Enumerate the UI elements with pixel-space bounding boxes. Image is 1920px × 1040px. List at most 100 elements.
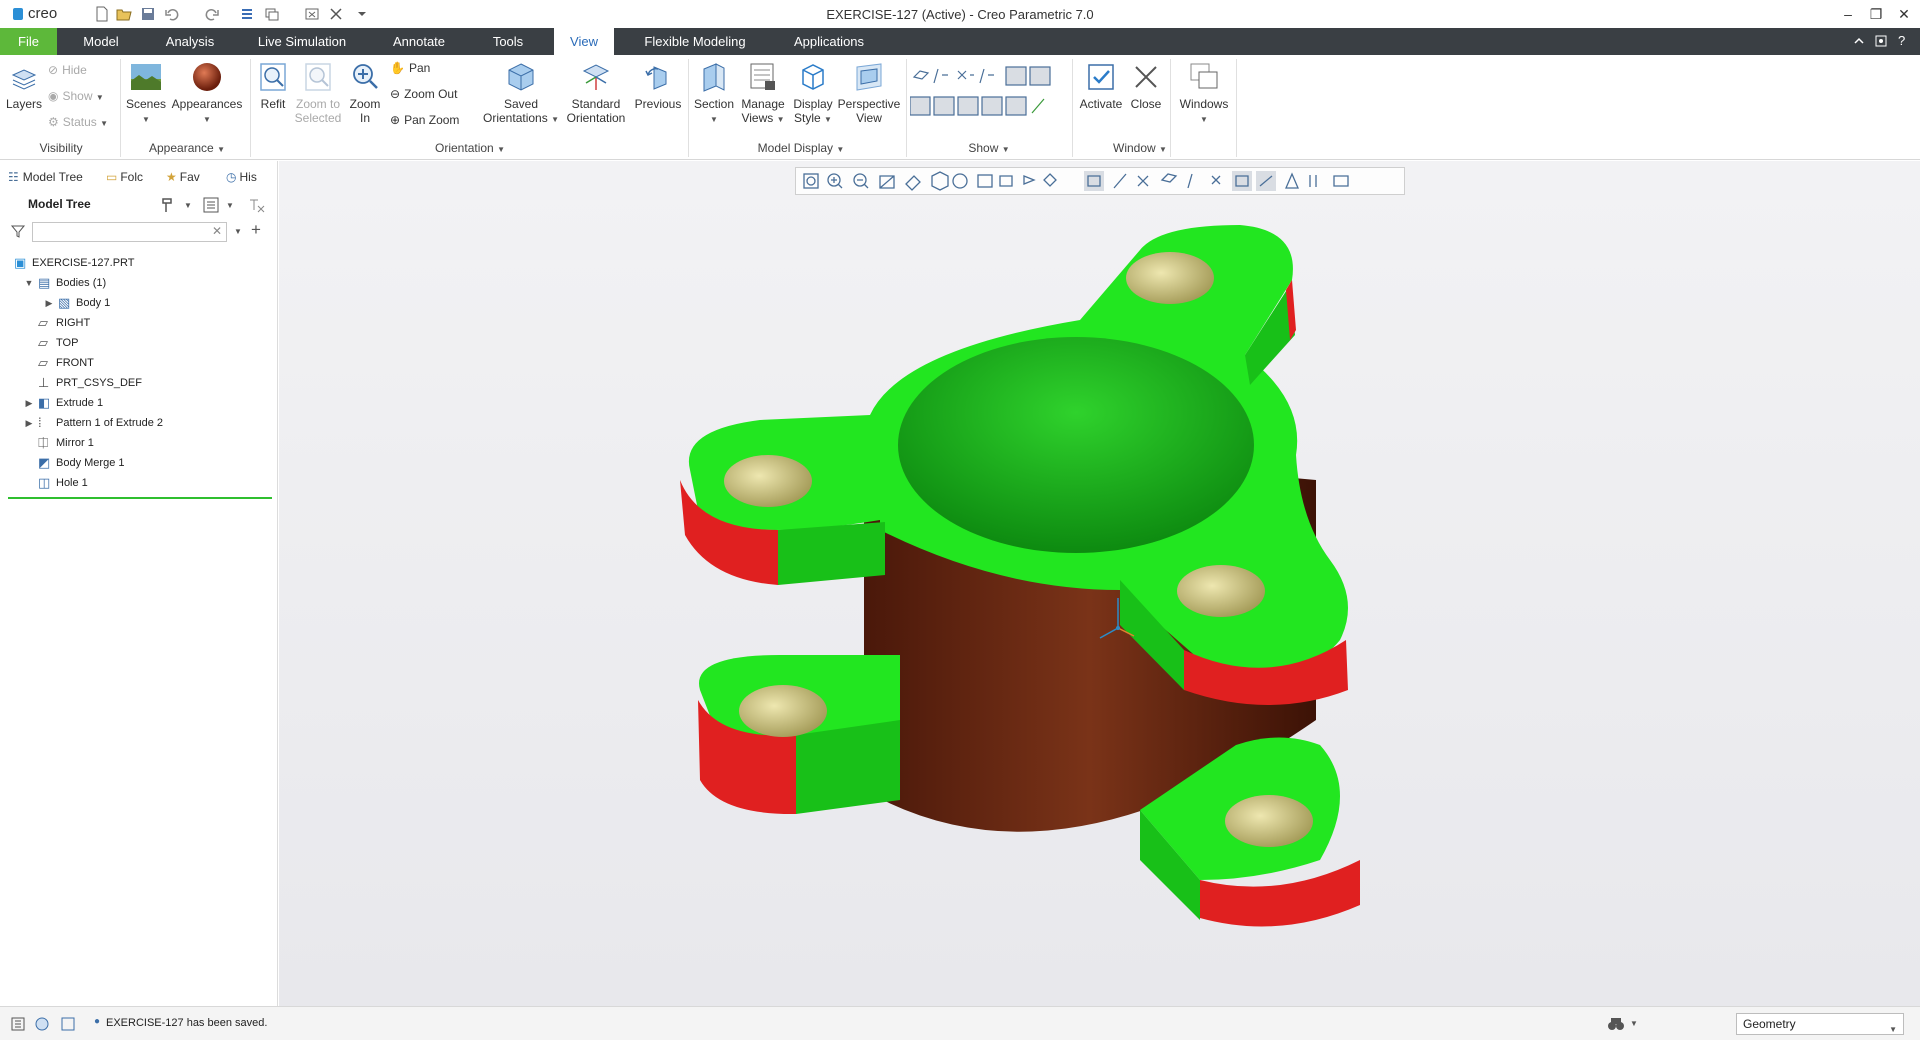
tab-file[interactable]: File <box>0 28 57 55</box>
tab-flexible-modeling[interactable]: Flexible Modeling <box>632 28 758 55</box>
tab-history[interactable]: ◷ His <box>226 165 272 189</box>
tree-item[interactable]: ◩ Body Merge 1 <box>0 453 270 473</box>
graphics-toolbar <box>795 167 1405 195</box>
tab-view[interactable]: View <box>554 28 614 55</box>
refit-button[interactable]: Refit <box>254 61 292 111</box>
saved-orientations-button[interactable]: Saved Orientations ▼ <box>480 61 562 127</box>
tab-applications[interactable]: Applications <box>776 28 882 55</box>
layers-label: Layers <box>5 97 43 111</box>
navigator-toggle-icon[interactable] <box>10 1016 26 1032</box>
group-model-display-label[interactable]: Model Display ▼ <box>740 141 862 155</box>
bore-face[interactable] <box>898 337 1254 553</box>
search-chevron-down-icon[interactable]: ▼ <box>234 227 242 236</box>
tab-folder-browser[interactable]: ▭ Folc <box>106 165 154 189</box>
find-chevron-down-icon[interactable]: ▼ <box>1630 1019 1638 1028</box>
group-appearance-label[interactable]: Appearance ▼ <box>140 141 234 155</box>
tab-model[interactable]: Model <box>70 28 132 55</box>
tree-item[interactable]: ▶ ▧ Body 1 <box>0 293 270 313</box>
standard-orientation-button[interactable]: Standard Orientation <box>562 61 630 125</box>
tab-favorites[interactable]: ★ Fav <box>166 165 212 189</box>
tab-model-tree[interactable]: ☷ Model Tree <box>8 165 104 189</box>
tab-annotate[interactable]: Annotate <box>376 28 462 55</box>
windows-chevron-down-icon: ▼ <box>1200 115 1208 124</box>
body-icon: ▧ <box>58 295 71 310</box>
tree-search-input[interactable]: ✕ <box>32 222 227 242</box>
tree-item[interactable]: ▱ FRONT <box>0 353 270 373</box>
display-style-button[interactable]: Display Style ▼ <box>790 61 836 127</box>
tree-item[interactable]: ◫ Hole 1 <box>0 473 270 493</box>
hole-face[interactable] <box>724 455 812 507</box>
browser-toggle-icon[interactable] <box>34 1016 50 1032</box>
collapse-triangle-icon[interactable]: ▼ <box>24 273 34 293</box>
pan-zoom-button[interactable]: ⊕ Pan Zoom <box>390 111 459 129</box>
windows-label: Windows <box>1179 97 1229 111</box>
tree-item[interactable]: ▱ RIGHT <box>0 313 270 333</box>
clear-search-x-icon[interactable]: ✕ <box>212 224 222 238</box>
tree-settings-hammer-icon[interactable] <box>160 196 178 214</box>
hole-face[interactable] <box>1177 565 1265 617</box>
show-columns-icon[interactable] <box>202 196 220 214</box>
refit-label: Refit <box>260 97 286 111</box>
full-screen-icon[interactable] <box>60 1016 76 1032</box>
windows-button[interactable]: Windows ▼ <box>1176 61 1232 127</box>
zoom-out-button[interactable]: ⊖ Zoom Out <box>390 85 457 103</box>
graphics-window[interactable] <box>279 161 1920 1006</box>
layers-button[interactable]: Layers <box>4 63 44 111</box>
previous-button[interactable]: Previous <box>632 61 684 111</box>
tree-item[interactable]: ▱ TOP <box>0 333 270 353</box>
notifications-icon[interactable] <box>1874 34 1888 48</box>
status-icon: ⚙ <box>48 115 59 129</box>
filter-funnel-icon[interactable] <box>10 223 26 239</box>
scenes-button[interactable]: Scenes ▼ <box>124 61 168 127</box>
restore-button[interactable]: ❐ <box>1866 4 1886 24</box>
tree-item[interactable]: ▼ ▤ Bodies (1) <box>0 273 270 293</box>
appearances-button[interactable]: Appearances ▼ <box>170 61 244 127</box>
tree-item[interactable]: ⎅ Mirror 1 <box>0 433 270 453</box>
zoom-to-selected-button[interactable]: Zoom to Selected <box>292 61 344 125</box>
collapse-ribbon-icon[interactable] <box>1852 34 1866 48</box>
expand-triangle-icon[interactable]: ▶ <box>24 413 34 433</box>
navigator-panel: ☷ Model Tree ▭ Folc ★ Fav ◷ His Model Tree ▼… <box>0 161 278 1006</box>
hole-face[interactable] <box>1126 252 1214 304</box>
manage-views-button[interactable]: Manage Views ▼ <box>738 61 788 127</box>
zoom-in-button[interactable]: Zoom In <box>346 61 384 125</box>
find-binoculars-icon[interactable] <box>1606 1015 1626 1033</box>
add-filter-plus-icon[interactable]: + <box>251 220 261 240</box>
tab-analysis[interactable]: Analysis <box>152 28 228 55</box>
tree-filter-settings-icon[interactable] <box>248 196 266 214</box>
pan-button[interactable]: ✋ Pan <box>390 59 430 77</box>
tab-tools[interactable]: Tools <box>478 28 538 55</box>
help-icon[interactable]: ? <box>1898 33 1905 48</box>
expand-triangle-icon[interactable]: ▶ <box>44 293 54 313</box>
activate-button[interactable]: Activate <box>1076 61 1126 111</box>
tree-item[interactable]: ⊥ PRT_CSYS_DEF <box>0 373 270 393</box>
close-button[interactable]: ✕ <box>1894 4 1914 24</box>
tree-settings-chevron-down-icon[interactable]: ▼ <box>184 201 192 210</box>
group-show-label[interactable]: Show ▼ <box>944 141 1034 155</box>
tree-item[interactable]: ▶ ⁞ Pattern 1 of Extrude 2 <box>0 413 270 433</box>
tab-live-simulation[interactable]: Live Simulation <box>246 28 358 55</box>
hole-face[interactable] <box>739 685 827 737</box>
hide-button[interactable]: ⊘ Hide <box>48 61 87 79</box>
tree-item[interactable]: ▣ EXERCISE-127.PRT <box>0 253 270 273</box>
mirror-icon: ⎅ <box>38 435 49 450</box>
tree-item-label: Body Merge 1 <box>56 457 125 469</box>
folder-browser-tab-label: Folc <box>120 170 144 184</box>
hole-face[interactable] <box>1225 795 1313 847</box>
perspective-view-button[interactable]: Perspective View <box>836 61 902 125</box>
expand-triangle-icon[interactable]: ▶ <box>24 393 34 413</box>
section-button[interactable]: Section ▼ <box>692 61 736 127</box>
minimize-button[interactable]: – <box>1838 4 1858 24</box>
selection-filter-dropdown[interactable]: Geometry ▼ <box>1736 1013 1904 1035</box>
tree-item[interactable]: ▶ ◧ Extrude 1 <box>0 393 270 413</box>
status-button[interactable]: ⚙ Status ▼ <box>48 113 108 131</box>
pan-zoom-label: Pan Zoom <box>404 113 460 127</box>
show-chevron-down-icon[interactable]: ▼ <box>226 201 234 210</box>
show-button[interactable]: ◉ Show ▼ <box>48 87 104 105</box>
3d-model-view[interactable] <box>279 161 1920 1006</box>
group-separator <box>120 59 121 157</box>
close-window-button[interactable]: Close <box>1128 61 1164 111</box>
appearances-sphere-icon <box>193 63 221 91</box>
group-orientation-label[interactable]: Orientation ▼ <box>420 141 520 155</box>
group-window-label[interactable]: Window ▼ <box>1100 141 1180 155</box>
